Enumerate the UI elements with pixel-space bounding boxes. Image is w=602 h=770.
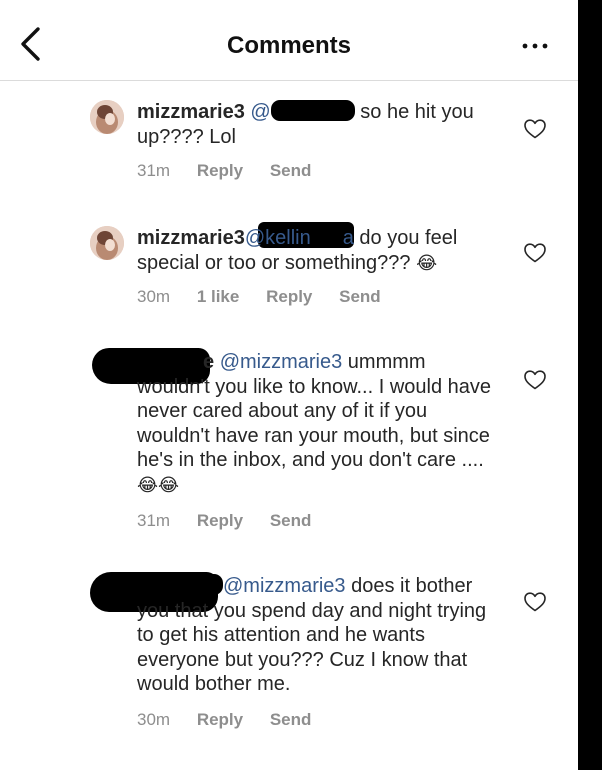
avatar[interactable] xyxy=(90,226,124,260)
page-title: Comments xyxy=(226,32,352,59)
like-button[interactable] xyxy=(524,119,546,139)
comment-meta: 30m 1 like Reply Send xyxy=(137,287,403,307)
comment-meta: 31m Reply Send xyxy=(137,511,333,531)
comment-time: 31m xyxy=(137,511,171,530)
redaction-mark xyxy=(270,100,355,121)
comment-username[interactable]: mizzmarie3 xyxy=(137,101,245,123)
redaction-mark xyxy=(137,574,223,595)
comment-mention[interactable]: @ xyxy=(250,101,270,123)
comment-time: 31m xyxy=(137,161,171,180)
comment-item: mizzmarie3 @ so he hit you up???? Lol 31… xyxy=(0,96,578,196)
ellipsis-icon xyxy=(522,43,548,49)
send-button[interactable]: Send xyxy=(270,710,312,730)
reply-button[interactable]: Reply xyxy=(197,161,243,181)
reply-button[interactable]: Reply xyxy=(266,287,312,307)
avatar[interactable] xyxy=(90,100,124,134)
send-button[interactable]: Send xyxy=(339,287,381,307)
comment-username[interactable] xyxy=(137,574,223,597)
send-button[interactable]: Send xyxy=(270,161,312,181)
comment-mention[interactable]: @kellin a xyxy=(245,226,354,249)
comment-time: 30m xyxy=(137,710,171,729)
header-bar: Comments xyxy=(0,0,578,81)
comment-time: 30m xyxy=(137,287,171,306)
comment-text: e @mizzmarie3 ummmm wouldn't you like to… xyxy=(137,350,497,498)
comment-mention[interactable]: @mizzmarie3 xyxy=(223,575,346,597)
comment-username[interactable]: e xyxy=(137,350,214,373)
avatar-image xyxy=(90,100,124,134)
heart-icon xyxy=(524,592,546,612)
heart-icon xyxy=(524,243,546,263)
comment-text: @mizzmarie3 does it bother you that you … xyxy=(137,574,497,697)
reply-button[interactable]: Reply xyxy=(197,710,243,730)
comment-item: @mizzmarie3 does it bother you that you … xyxy=(0,570,578,740)
avatar-image xyxy=(90,226,124,260)
comment-text: mizzmarie3 @ so he hit you up???? Lol xyxy=(137,100,497,149)
laughing-emoji-icon: 😂 xyxy=(416,252,438,273)
comment-meta: 31m Reply Send xyxy=(137,161,333,181)
heart-icon xyxy=(524,119,546,139)
redaction-mark xyxy=(310,226,343,247)
like-button[interactable] xyxy=(524,243,546,263)
more-options-button[interactable] xyxy=(518,33,552,59)
comments-screen: Comments mizzmarie3 @ so he hit you up??… xyxy=(0,0,578,770)
reply-button[interactable]: Reply xyxy=(197,511,243,531)
comment-username[interactable]: mizzmarie3 xyxy=(137,227,245,249)
comment-text: mizzmarie3@kellin a do you feel special o… xyxy=(137,226,497,275)
laughing-emoji-icon: 😂😂 xyxy=(137,474,180,495)
like-button[interactable] xyxy=(524,370,546,390)
comment-meta: 30m Reply Send xyxy=(137,710,333,730)
heart-icon xyxy=(524,370,546,390)
comment-item: mizzmarie3@kellin a do you feel special o… xyxy=(0,222,578,322)
screen-edge xyxy=(578,0,602,770)
comment-mention[interactable]: @mizzmarie3 xyxy=(220,351,343,373)
comment-item: e @mizzmarie3 ummmm wouldn't you like to… xyxy=(0,346,578,536)
redaction-mark xyxy=(137,350,203,371)
send-button[interactable]: Send xyxy=(270,511,312,531)
like-button[interactable] xyxy=(524,592,546,612)
likes-count[interactable]: 1 like xyxy=(197,287,240,307)
